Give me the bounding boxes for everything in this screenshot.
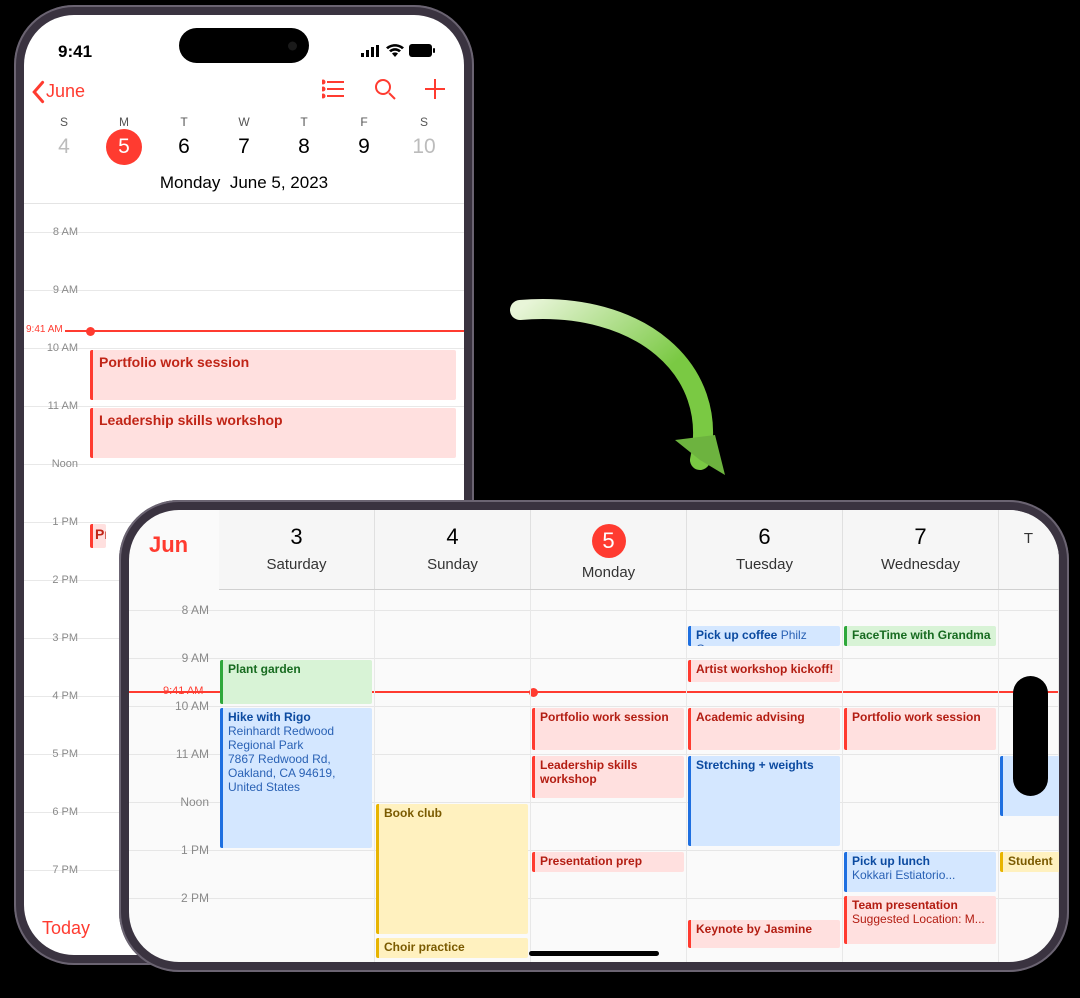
dow: T (300, 115, 307, 129)
col-sat[interactable]: 3Saturday (219, 510, 375, 589)
col-thu-partial[interactable]: T (999, 510, 1059, 589)
dow: W (238, 115, 249, 129)
col-wed[interactable]: 7Wednesday (843, 510, 999, 589)
event-student[interactable]: Student (1000, 852, 1059, 872)
back-button[interactable]: June (30, 80, 85, 104)
event-truncated[interactable]: Pr (90, 524, 106, 548)
current-time-indicator: 9:41 AM (24, 330, 464, 332)
event-plant-garden[interactable]: Plant garden (220, 660, 372, 704)
dynamic-island (179, 28, 309, 63)
mon-col: Portfolio work session Leadership skills… (531, 590, 687, 962)
event-leadership[interactable]: Leadership skills workshop (90, 408, 456, 458)
hour-label: 3 PM (24, 632, 84, 644)
col-sun[interactable]: 4Sunday (375, 510, 531, 589)
event-portfolio-wed[interactable]: Portfolio work session (844, 708, 996, 750)
event-stretch[interactable]: Stretching + weights (688, 756, 840, 846)
col-mon-today[interactable]: 5Monday (531, 510, 687, 589)
hour-label: 1 PM (129, 843, 215, 857)
sat-col: Plant garden Hike with Rigo Reinhardt Re… (219, 590, 375, 962)
cellular-icon (361, 42, 381, 62)
day-6[interactable]: 6 (178, 129, 190, 169)
hour-label: Noon (129, 795, 215, 809)
hour-label: 9 AM (24, 284, 84, 296)
sun-col: Book club Choir practice (375, 590, 531, 962)
event-lunch[interactable]: Pick up lunchKokkari Estiatorio... (844, 852, 996, 892)
battery-icon (409, 42, 436, 62)
day-9[interactable]: 9 (358, 129, 370, 169)
hour-label: 9 AM (129, 651, 215, 665)
hour-label: 10 AM (24, 342, 84, 354)
event-hike[interactable]: Hike with Rigo Reinhardt Redwood Regiona… (220, 708, 372, 848)
hour-label: 2 PM (24, 574, 84, 586)
hour-label: 8 AM (24, 226, 84, 238)
week-header: 3Saturday 4Sunday 5Monday 6Tuesday 7Wedn… (219, 510, 1059, 590)
phone-landscape: Jun 3Saturday 4Sunday 5Monday 6Tuesday 7… (119, 500, 1069, 972)
hour-label: Noon (24, 458, 84, 470)
list-icon[interactable] (322, 79, 346, 104)
hour-label: 11 AM (24, 400, 84, 412)
event-portfolio[interactable]: Portfolio work session (532, 708, 684, 750)
event-keynote[interactable]: Keynote by Jasmine (688, 920, 840, 948)
hour-label: 11 AM (129, 747, 215, 761)
today-button[interactable]: Today (42, 918, 90, 939)
hour-label: 7 PM (24, 864, 84, 876)
event-prep[interactable]: Presentation prep (532, 852, 684, 872)
event-book-club[interactable]: Book club (376, 804, 528, 934)
event-facetime[interactable]: FaceTime with Grandma (844, 626, 996, 646)
hour-label: 2 PM (129, 891, 215, 905)
event-artist[interactable]: Artist workshop kickoff! (688, 660, 840, 682)
week-timeline[interactable]: 8 AM 9 AM 10 AM 11 AM Noon 1 PM 2 PM 9:4… (129, 590, 1059, 962)
tue-col: Pick up coffee Philz Co... Artist worksh… (687, 590, 843, 962)
dow: M (119, 115, 129, 129)
event-leadership[interactable]: Leadership skills workshop (532, 756, 684, 798)
event-coffee[interactable]: Pick up coffee Philz Co... (688, 626, 840, 646)
event-advising[interactable]: Academic advising (688, 708, 840, 750)
hour-label: 5 PM (24, 748, 84, 760)
search-icon[interactable] (374, 78, 396, 105)
rotation-arrow (500, 290, 760, 515)
dow: F (360, 115, 367, 129)
day-7[interactable]: 7 (238, 129, 250, 169)
home-indicator[interactable] (529, 951, 659, 956)
wifi-icon (386, 42, 404, 62)
event-choir[interactable]: Choir practice (376, 938, 528, 958)
col-tue[interactable]: 6Tuesday (687, 510, 843, 589)
dow: S (60, 115, 68, 129)
day-10[interactable]: 10 (412, 129, 435, 169)
hour-label: 8 AM (129, 603, 215, 617)
add-icon[interactable] (424, 78, 446, 105)
event-team-presentation[interactable]: Team presentationSuggested Location: M..… (844, 896, 996, 944)
event-portfolio[interactable]: Portfolio work session (90, 350, 456, 400)
month-label[interactable]: Jun (149, 532, 188, 558)
week-header: S4 M5 T6 W7 T8 F9 S10 (24, 109, 464, 169)
day-4[interactable]: 4 (58, 129, 70, 169)
hour-label: 10 AM (129, 699, 215, 713)
hour-label: 6 PM (24, 806, 84, 818)
status-time: 9:41 (58, 42, 92, 62)
wed-col: FaceTime with Grandma Portfolio work ses… (843, 590, 999, 962)
hour-label: 1 PM (24, 516, 84, 528)
dow: S (420, 115, 428, 129)
day-8[interactable]: 8 (298, 129, 310, 169)
day-5-today[interactable]: 5 (106, 129, 142, 165)
hour-label: 4 PM (24, 690, 84, 702)
selected-date: Monday June 5, 2023 (24, 169, 464, 204)
dow: T (180, 115, 187, 129)
dynamic-island (1013, 676, 1048, 796)
back-label: June (46, 81, 85, 102)
nav-bar: June (24, 70, 464, 109)
